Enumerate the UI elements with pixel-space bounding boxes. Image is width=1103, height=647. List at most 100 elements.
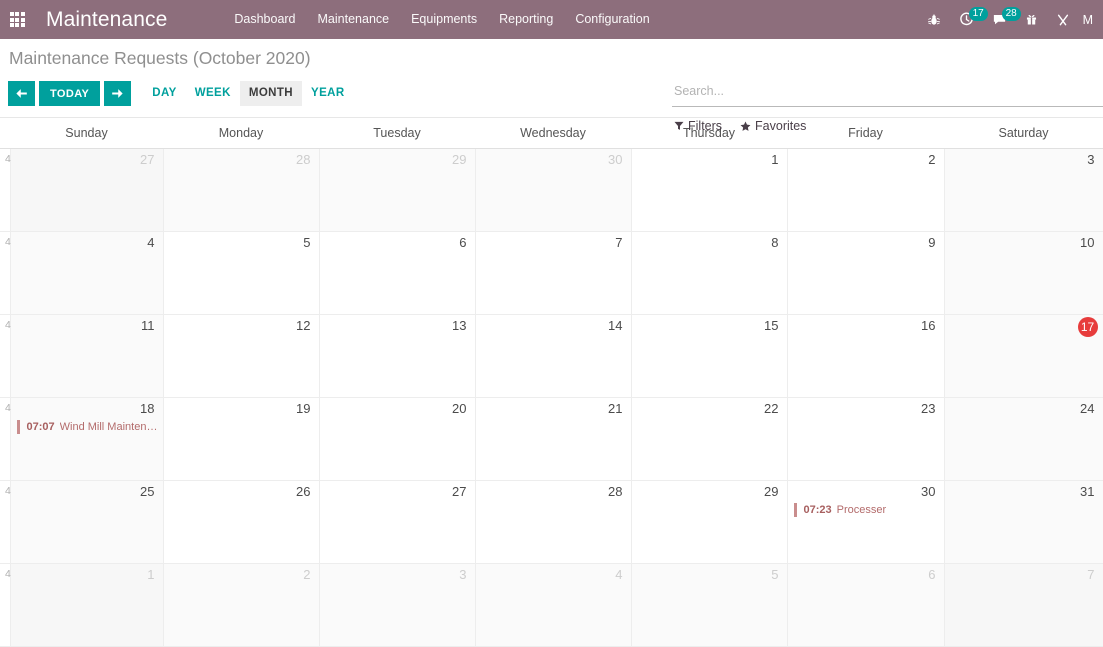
menu-item-configuration[interactable]: Configuration [564, 0, 660, 39]
search-dropdown-buttons: Filters Favorites [674, 119, 806, 133]
calendar-day-cell[interactable]: 23 [787, 397, 945, 481]
calendar-day-cell[interactable]: 17 [944, 314, 1103, 398]
calendar-day-cell[interactable]: 27 [319, 480, 476, 564]
day-number: 24 [1080, 400, 1095, 416]
calendar-day-cell[interactable]: 3 [319, 563, 476, 647]
day-number: 21 [608, 400, 623, 416]
calendar-day-cell[interactable]: 9 [787, 231, 945, 315]
calendar-day-cell[interactable]: 29 [319, 148, 476, 232]
calendar-day-cell[interactable]: 13 [319, 314, 476, 398]
calendar-day-cell[interactable]: 14 [475, 314, 632, 398]
day-number: 25 [140, 483, 155, 499]
calendar-day-cell[interactable]: 20 [319, 397, 476, 481]
day-number: 26 [296, 483, 311, 499]
day-number: 23 [921, 400, 936, 416]
calendar-day-cell[interactable]: 5 [163, 231, 320, 315]
star-icon [740, 121, 751, 131]
calendar-day-cell[interactable]: 30 07:23 Processer [787, 480, 945, 564]
week-number-cell: 41 [0, 231, 17, 315]
calendar-day-cell[interactable]: 6 [787, 563, 945, 647]
bug-icon [927, 13, 940, 25]
calendar-day-cell[interactable]: 10 [944, 231, 1103, 315]
calendar-day-cell[interactable]: 24 [944, 397, 1103, 481]
favorites-dropdown-button[interactable]: Favorites [740, 119, 806, 133]
search-input[interactable] [672, 81, 1103, 101]
calendar-day-cell[interactable]: 1 [9, 563, 164, 647]
today-button[interactable]: TODAY [39, 81, 101, 106]
day-number: 27 [140, 151, 155, 167]
day-number: 18 [140, 400, 155, 416]
calendar-scale-switcher: DAY WEEK MONTH YEAR [143, 81, 353, 106]
calendar-event[interactable]: 07:07 Wind Mill Maintena... [16, 419, 159, 434]
calendar-day-cell[interactable]: 12 [163, 314, 320, 398]
user-menu-button[interactable]: M [1079, 13, 1099, 27]
calendar-day-cell[interactable]: 25 [9, 480, 164, 564]
calendar-day-cell[interactable]: 27 [9, 148, 164, 232]
calendar-day-cell[interactable]: 28 [163, 148, 320, 232]
calendar-day-cell[interactable]: 30 [475, 148, 632, 232]
calendar-day-cell[interactable]: 26 [163, 480, 320, 564]
calendar-day-cell[interactable]: 18 07:07 Wind Mill Maintena... [9, 397, 164, 481]
messages-menu-button[interactable]: 28 [983, 0, 1021, 39]
calendar-day-cell[interactable]: 22 [631, 397, 788, 481]
calendar-day-cell[interactable]: 11 [9, 314, 164, 398]
calendar-day-cell[interactable]: 16 [787, 314, 945, 398]
apps-menu-button[interactable] [0, 0, 34, 39]
calendar-day-cell[interactable]: 1 [631, 148, 788, 232]
filter-funnel-icon [674, 121, 684, 130]
menu-item-reporting[interactable]: Reporting [488, 0, 564, 39]
week-number-header [0, 118, 10, 149]
calendar-day-cell[interactable]: 4 [475, 563, 632, 647]
calendar-week-row: 451234567 [0, 563, 1103, 647]
menu-item-dashboard[interactable]: Dashboard [223, 0, 306, 39]
calendar-day-cell[interactable]: 7 [475, 231, 632, 315]
day-number: 6 [928, 566, 936, 582]
filters-dropdown-button[interactable]: Filters [674, 119, 722, 133]
scale-day-button[interactable]: DAY [143, 81, 185, 106]
day-header-monday: Monday [163, 118, 319, 149]
calendar-day-cell[interactable]: 6 [319, 231, 476, 315]
calendar-day-cell[interactable]: 31 [944, 480, 1103, 564]
debug-menu-button[interactable] [918, 0, 950, 39]
day-number: 1 [771, 151, 779, 167]
calendar-day-cell[interactable]: 3 [944, 148, 1103, 232]
arrow-right-icon [112, 89, 123, 98]
calendar-day-cell[interactable]: 5 [631, 563, 788, 647]
menu-item-maintenance[interactable]: Maintenance [307, 0, 401, 39]
activities-menu-button[interactable]: 17 [950, 0, 988, 39]
day-number: 5 [303, 234, 311, 250]
scale-week-button[interactable]: WEEK [186, 81, 240, 106]
calendar-week-row: 44 25 26 27 28 29 30 07:23 Processer 31 [0, 480, 1103, 564]
calendar-day-cell[interactable]: 21 [475, 397, 632, 481]
prev-period-button[interactable] [8, 81, 35, 106]
today-date-badge: 17 [1077, 316, 1098, 337]
day-number: 4 [615, 566, 623, 582]
day-number: 5 [771, 566, 779, 582]
top-navbar: Maintenance Dashboard Maintenance Equipm… [0, 0, 1103, 39]
calendar-day-cell[interactable]: 4 [9, 231, 164, 315]
scale-year-button[interactable]: YEAR [302, 81, 354, 106]
day-number: 11 [141, 317, 155, 333]
calendar-day-cell[interactable]: 15 [631, 314, 788, 398]
calendar-day-cell[interactable]: 2 [163, 563, 320, 647]
calendar-day-cell[interactable]: 29 [631, 480, 788, 564]
calendar-day-cell[interactable]: 8 [631, 231, 788, 315]
day-header-tuesday: Tuesday [319, 118, 475, 149]
next-period-button[interactable] [104, 81, 132, 106]
calendar-event[interactable]: 07:23 Processer [793, 502, 940, 517]
calendar-day-cell[interactable]: 2 [787, 148, 945, 232]
day-number: 27 [452, 483, 467, 499]
day-number: 4 [147, 234, 155, 250]
calendar-day-cell[interactable]: 19 [163, 397, 320, 481]
gift-menu-button[interactable] [1016, 0, 1047, 39]
calendar-header-row: Sunday Monday Tuesday Wednesday Thursday… [0, 118, 1103, 149]
menu-item-equipments[interactable]: Equipments [400, 0, 488, 39]
day-number: 3 [1087, 151, 1095, 167]
scale-month-button[interactable]: MONTH [239, 81, 303, 106]
day-number: 1 [147, 566, 155, 582]
calendar-day-cell[interactable]: 7 [944, 563, 1103, 647]
tools-menu-button[interactable] [1047, 0, 1079, 39]
main-menu: Dashboard Maintenance Equipments Reporti… [223, 0, 660, 39]
week-number-cell: 45 [0, 563, 17, 647]
calendar-day-cell[interactable]: 28 [475, 480, 632, 564]
